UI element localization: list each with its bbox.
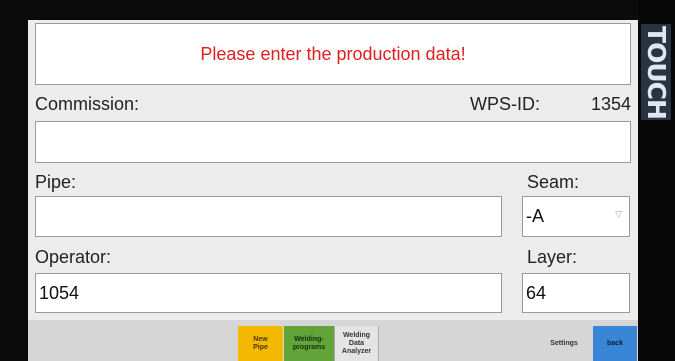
- layer-input[interactable]: 64: [522, 273, 630, 313]
- instruction-message: Please enter the production data!: [35, 23, 631, 85]
- seam-selected-value: -A: [526, 206, 544, 226]
- layer-label: Layer:: [527, 247, 578, 267]
- seam-select[interactable]: -A ▽: [522, 196, 630, 237]
- operator-label: Operator:: [35, 247, 112, 267]
- pipe-label: Pipe:: [35, 172, 77, 192]
- app-screen: Please enter the production data! Commis…: [28, 20, 638, 361]
- wps-id-value: 1354: [591, 94, 632, 114]
- settings-button[interactable]: Settings: [542, 326, 586, 361]
- operator-input[interactable]: 1054: [35, 273, 502, 313]
- seam-label: Seam:: [527, 172, 580, 192]
- chevron-down-icon: ▽: [615, 209, 622, 219]
- welding-data-analyzer-button[interactable]: Welding Data Analyzer: [334, 326, 379, 361]
- commission-input[interactable]: [35, 121, 631, 163]
- pipe-input[interactable]: [35, 196, 502, 237]
- brand-logo: TOUCH: [641, 24, 671, 120]
- commission-label: Commission:: [35, 94, 140, 114]
- back-button[interactable]: back: [593, 326, 637, 361]
- welding-programs-button[interactable]: Welding- programs: [284, 326, 334, 361]
- new-pipe-button[interactable]: New Pipe: [238, 326, 283, 361]
- monitor-bezel-top: [0, 0, 675, 20]
- monitor-bezel-left: [0, 0, 28, 361]
- bottom-toolbar: New Pipe Welding- programs Welding Data …: [28, 320, 638, 361]
- wps-id-label: WPS-ID:: [470, 94, 540, 114]
